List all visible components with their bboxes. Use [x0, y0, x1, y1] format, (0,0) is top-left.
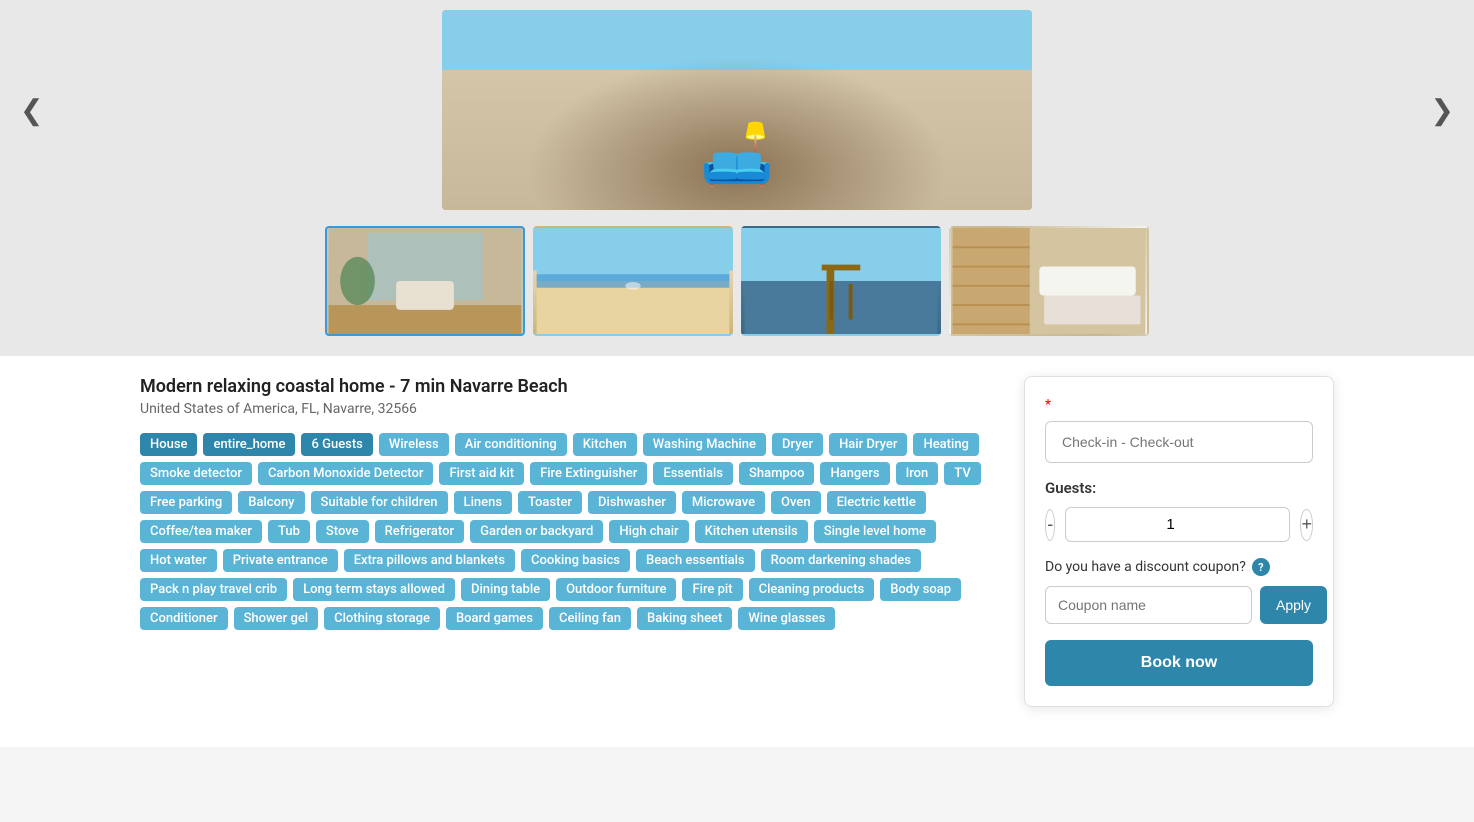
- tag-item: Washing Machine: [643, 433, 766, 456]
- tag-item: Cleaning products: [749, 578, 875, 601]
- guests-increment-button[interactable]: +: [1300, 509, 1313, 541]
- tag-item: Air conditioning: [455, 433, 567, 456]
- tag-item: Pack n play travel crib: [140, 578, 287, 601]
- content-section: Modern relaxing coastal home - 7 min Nav…: [0, 356, 1474, 747]
- tag-item: Outdoor furniture: [556, 578, 676, 601]
- tag-item: House: [140, 433, 197, 456]
- guests-control: - +: [1045, 507, 1313, 542]
- tag-item: First aid kit: [439, 462, 524, 485]
- tag-item: Cooking basics: [521, 549, 630, 572]
- date-input[interactable]: [1045, 421, 1313, 463]
- tag-item: Carbon Monoxide Detector: [258, 462, 434, 485]
- tag-item: Oven: [771, 491, 821, 514]
- tag-item: Body soap: [880, 578, 961, 601]
- tag-item: Garden or backyard: [470, 520, 603, 543]
- next-arrow-button[interactable]: ❯: [1421, 84, 1464, 137]
- tag-item: Shampoo: [739, 462, 815, 485]
- tag-item: Shower gel: [234, 607, 319, 630]
- tag-item: Balcony: [238, 491, 304, 514]
- tag-item: Clothing storage: [324, 607, 440, 630]
- guests-decrement-button[interactable]: -: [1045, 509, 1055, 541]
- tag-item: High chair: [609, 520, 688, 543]
- tag-item: Dining table: [461, 578, 550, 601]
- tag-item: Free parking: [140, 491, 232, 514]
- thumbnails-container: [0, 226, 1474, 336]
- help-icon[interactable]: ?: [1252, 558, 1270, 576]
- tag-item: Conditioner: [140, 607, 228, 630]
- main-image-container: ❮: [0, 10, 1474, 210]
- tag-item: Hangers: [820, 462, 889, 485]
- tag-item: Essentials: [653, 462, 733, 485]
- tag-item: Stove: [316, 520, 369, 543]
- listing-info: Modern relaxing coastal home - 7 min Nav…: [140, 376, 1004, 630]
- tag-item: 6 Guests: [301, 433, 372, 456]
- tag-item: Long term stays allowed: [293, 578, 455, 601]
- tag-item: Private entrance: [223, 549, 338, 572]
- thumbnail-3[interactable]: [741, 226, 941, 336]
- tag-item: Fire pit: [682, 578, 742, 601]
- coupon-row: Apply: [1045, 586, 1313, 624]
- listing-title: Modern relaxing coastal home - 7 min Nav…: [140, 376, 1004, 397]
- coupon-input[interactable]: [1045, 586, 1252, 624]
- listing-location: United States of America, FL, Navarre, 3…: [140, 401, 1004, 417]
- apply-button[interactable]: Apply: [1260, 586, 1327, 624]
- book-now-button[interactable]: Book now: [1045, 640, 1313, 686]
- tag-item: Dishwasher: [588, 491, 676, 514]
- tag-item: TV: [944, 462, 980, 485]
- required-mark: *: [1045, 397, 1313, 413]
- tag-item: Refrigerator: [375, 520, 465, 543]
- tag-item: Kitchen utensils: [695, 520, 808, 543]
- tag-item: Beach essentials: [636, 549, 755, 572]
- tag-item: Toaster: [518, 491, 582, 514]
- tag-item: Smoke detector: [140, 462, 252, 485]
- tag-item: Dryer: [772, 433, 823, 456]
- thumbnail-2[interactable]: [533, 226, 733, 336]
- tag-item: Ceiling fan: [549, 607, 631, 630]
- tag-item: Heating: [913, 433, 978, 456]
- thumbnail-1[interactable]: [325, 226, 525, 336]
- booking-panel: * Guests: - + Do you have a discount cou…: [1024, 376, 1334, 707]
- tag-item: Kitchen: [573, 433, 637, 456]
- tag-item: Linens: [454, 491, 512, 514]
- tag-item: entire_home: [203, 433, 295, 456]
- page-wrapper: ❮: [0, 0, 1474, 747]
- prev-arrow-button[interactable]: ❮: [10, 84, 53, 137]
- gallery-section: ❮: [0, 0, 1474, 356]
- tag-item: Electric kettle: [827, 491, 926, 514]
- main-image: [442, 10, 1032, 210]
- thumbnail-4[interactable]: [949, 226, 1149, 336]
- tag-item: Tub: [268, 520, 310, 543]
- tag-item: Baking sheet: [637, 607, 732, 630]
- tag-item: Microwave: [682, 491, 765, 514]
- tag-item: Board games: [446, 607, 543, 630]
- tag-item: Wireless: [379, 433, 449, 456]
- tag-item: Wine glasses: [738, 607, 835, 630]
- tag-item: Extra pillows and blankets: [344, 549, 515, 572]
- tag-item: Room darkening shades: [761, 549, 921, 572]
- tag-item: Fire Extinguisher: [530, 462, 647, 485]
- tag-item: Hot water: [140, 549, 217, 572]
- tag-item: Iron: [896, 462, 939, 485]
- guests-input[interactable]: [1065, 507, 1290, 542]
- tag-item: Hair Dryer: [829, 433, 907, 456]
- guests-label: Guests:: [1045, 479, 1313, 497]
- tag-item: Coffee/tea maker: [140, 520, 262, 543]
- tags-container: House entire_home 6 Guests Wireless Air cond…: [140, 433, 1004, 630]
- discount-label: Do you have a discount coupon? ?: [1045, 558, 1313, 576]
- tag-item: Suitable for children: [311, 491, 448, 514]
- tag-item: Single level home: [814, 520, 936, 543]
